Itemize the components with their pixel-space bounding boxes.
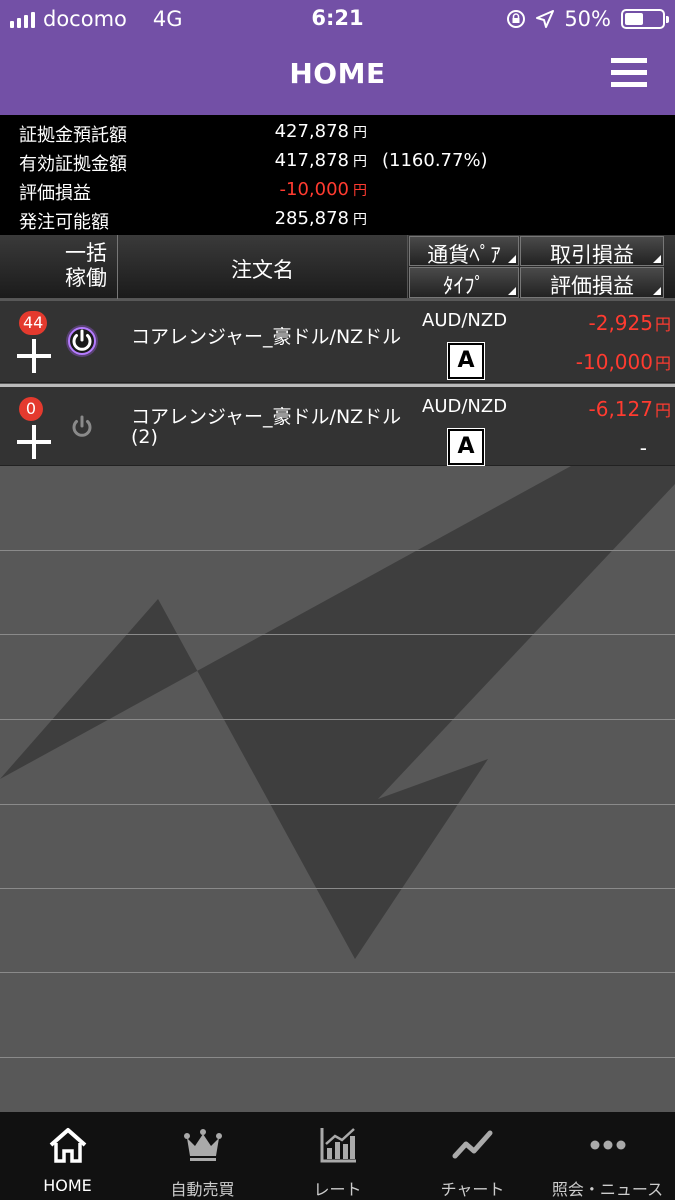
order-list[interactable]: 44 コアレンジャー_豪ドル/NZドル AUD/NZD A -2,925 円 -1…: [0, 299, 675, 1112]
status-bar: docomo 4G 6:21 50%: [0, 0, 675, 40]
tab-label: レート: [313, 1180, 362, 1199]
order-table-header: 一括 稼働 注文名 通貨ﾍﾟｱ ﾀｲﾌﾟ 取引損益 評価損益: [0, 235, 675, 299]
eval-pl: -: [639, 436, 647, 460]
more-dots-icon: [590, 1140, 626, 1150]
order-row[interactable]: 44 コアレンジャー_豪ドル/NZドル AUD/NZD A -2,925 円 -1…: [0, 301, 675, 383]
sort-triangle-icon: [508, 255, 516, 263]
power-toggle-icon[interactable]: [64, 323, 100, 359]
tab-label: 照会・ニュース: [551, 1180, 664, 1199]
summary-value: 417,878 円: [274, 150, 367, 171]
row-divider: [0, 634, 675, 635]
tab-chart[interactable]: チャート: [405, 1112, 540, 1200]
rate-chart-icon: [320, 1128, 356, 1163]
sort-trade-pl-button[interactable]: 取引損益: [520, 236, 664, 267]
tab-auto-trade[interactable]: 自動売買: [135, 1112, 270, 1200]
page-title: HOME: [289, 57, 386, 90]
row-divider: [0, 719, 675, 720]
summary-row-deposit: 証拠金預託額 427,878 円: [0, 117, 675, 146]
sort-triangle-icon: [653, 255, 661, 263]
sort-triangle-icon: [508, 287, 516, 295]
home-icon: [49, 1128, 87, 1163]
tab-news[interactable]: 照会・ニュース: [540, 1112, 675, 1200]
trade-pl: -2,925 円: [588, 311, 672, 335]
tab-label: チャート: [440, 1180, 505, 1199]
sort-eval-pl-button[interactable]: 評価損益: [520, 267, 664, 298]
row-divider: [0, 972, 675, 973]
bulk-activate-header[interactable]: 一括 稼働: [0, 235, 118, 299]
expand-plus-icon[interactable]: [17, 339, 51, 373]
order-name: コアレンジャー_豪ドル/NZドル: [131, 326, 402, 348]
row-divider: [0, 888, 675, 889]
currency-pair: AUD/NZD: [422, 396, 508, 417]
summary-label: 発注可能額: [19, 212, 109, 233]
summary-value: 285,878 円: [274, 208, 367, 229]
summary-value: 427,878 円: [274, 121, 367, 142]
currency-pair: AUD/NZD: [422, 310, 508, 331]
sort-triangle-icon: [653, 287, 661, 295]
battery-icon: [621, 9, 669, 29]
summary-value: -10,000 円: [279, 179, 367, 200]
hamburger-menu-icon[interactable]: [611, 58, 647, 90]
tab-label: HOME: [43, 1176, 92, 1195]
summary-row-unrealized-pl: 評価損益 -10,000 円: [0, 175, 675, 204]
tab-home[interactable]: HOME: [0, 1112, 135, 1200]
tab-rate[interactable]: レート: [270, 1112, 405, 1200]
location-arrow-icon: [536, 10, 555, 28]
rotation-lock-icon: [507, 10, 526, 28]
order-name: コアレンジャー_豪ドル/NZドル (2): [131, 406, 402, 448]
row-divider: [0, 550, 675, 551]
status-right: 50%: [506, 7, 669, 31]
trade-pl: -6,127 円: [588, 397, 672, 421]
bottom-tab-bar: HOME 自動売買 レート チャート 照会・ニュース: [0, 1112, 675, 1200]
margin-ratio: (1160.77%): [382, 150, 488, 171]
line-chart-icon: [452, 1130, 493, 1159]
summary-label: 評価損益: [19, 183, 91, 204]
order-type-badge: A: [448, 429, 484, 465]
battery-percent: 50%: [564, 7, 611, 31]
row-divider: [0, 1057, 675, 1058]
position-count-badge: 0: [19, 397, 43, 421]
order-row[interactable]: 0 コアレンジャー_豪ドル/NZドル (2) AUD/NZD A -6,127 円…: [0, 384, 675, 466]
order-type-badge: A: [448, 343, 484, 379]
summary-label: 有効証拠金額: [19, 154, 127, 175]
power-toggle-icon[interactable]: [64, 409, 100, 445]
position-count-badge: 44: [19, 311, 48, 335]
tab-label: 自動売買: [170, 1180, 235, 1199]
order-name-header: 注文名: [118, 235, 408, 299]
row-divider: [0, 804, 675, 805]
top-bar: docomo 4G 6:21 50% HOME: [0, 0, 675, 115]
sort-currency-pair-button[interactable]: 通貨ﾍﾟｱ: [409, 236, 519, 267]
crown-icon: [184, 1129, 222, 1161]
sort-type-button[interactable]: ﾀｲﾌﾟ: [409, 267, 519, 298]
summary-label: 証拠金預託額: [19, 125, 127, 146]
summary-row-available: 発注可能額 285,878 円: [0, 204, 675, 233]
summary-row-effective-margin: 有効証拠金額 417,878 円 (1160.77%): [0, 146, 675, 175]
eval-pl: -10,000 円: [575, 350, 671, 374]
expand-plus-icon[interactable]: [17, 425, 51, 459]
account-summary: 証拠金預託額 427,878 円 有効証拠金額 417,878 円 (1160.77…: [0, 115, 675, 235]
